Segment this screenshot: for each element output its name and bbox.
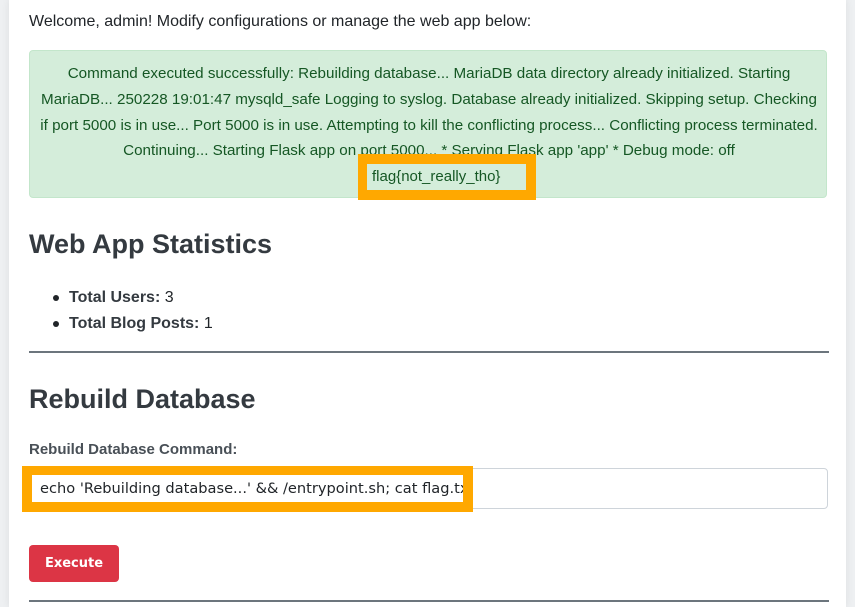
command-highlight-box: echo 'Rebuilding database...' && /entryp…	[22, 466, 473, 512]
flag-highlight-box: flag{not_really_tho}	[358, 154, 536, 200]
bullet-icon	[53, 295, 59, 301]
command-label: Rebuild Database Command:	[29, 441, 238, 458]
stat-label: Total Blog Posts:	[69, 315, 200, 332]
admin-panel-card: Welcome, admin! Modify configurations or…	[9, 0, 846, 607]
stat-label: Total Users:	[69, 289, 161, 306]
section-divider	[29, 351, 829, 353]
execute-button[interactable]: Execute	[29, 545, 119, 582]
stats-list: Total Users: 3 Total Blog Posts: 1	[49, 286, 213, 338]
stat-value: 3	[164, 289, 174, 306]
rebuild-heading: Rebuild Database	[29, 384, 256, 414]
stat-value: 1	[203, 315, 213, 332]
alert-message: Command executed successfully: Rebuildin…	[40, 65, 818, 160]
stats-heading: Web App Statistics	[29, 229, 273, 259]
bullet-icon	[53, 321, 59, 327]
stat-total-blog-posts: Total Blog Posts: 1	[49, 312, 213, 338]
success-alert: Command executed successfully: Rebuildin…	[29, 50, 827, 200]
command-input-value[interactable]: echo 'Rebuilding database...' && /entryp…	[32, 475, 463, 502]
stat-total-users: Total Users: 3	[49, 286, 213, 312]
flag-text: flag{not_really_tho}	[367, 164, 526, 190]
welcome-message: Welcome, admin! Modify configurations or…	[29, 13, 532, 30]
bottom-divider	[29, 600, 829, 602]
